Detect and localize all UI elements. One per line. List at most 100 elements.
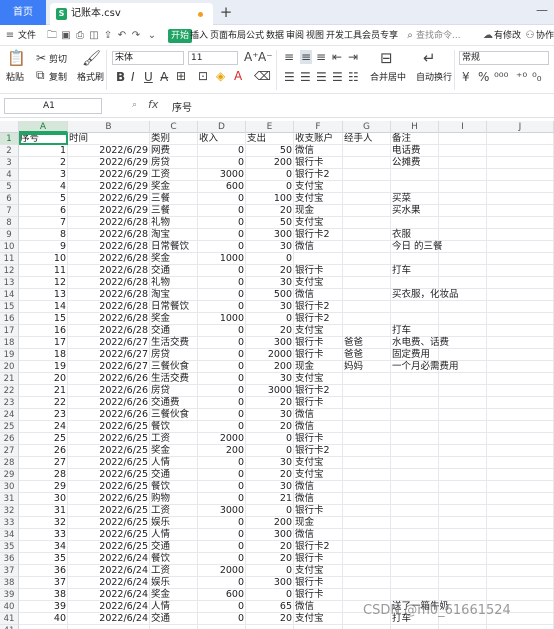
cell[interactable]: 1000 <box>198 313 246 325</box>
cell[interactable] <box>487 409 554 421</box>
menu-page-layout[interactable]: 页面布局 <box>210 26 246 46</box>
cell[interactable]: 银行卡2 <box>294 385 343 397</box>
cell[interactable] <box>487 541 554 553</box>
menu-insert[interactable]: 插入 <box>190 26 208 46</box>
cell[interactable]: 50 <box>246 217 294 229</box>
cell[interactable] <box>343 229 391 241</box>
new-tab-button[interactable]: + <box>218 2 234 22</box>
cell[interactable]: 300 <box>246 577 294 589</box>
cell[interactable]: 29 <box>19 481 68 493</box>
row-header[interactable]: 36 <box>0 553 19 565</box>
copy-icon[interactable]: ⧉ <box>36 68 45 83</box>
cell[interactable]: 2022/6/28 <box>68 253 150 265</box>
cell[interactable] <box>487 517 554 529</box>
cell[interactable] <box>391 385 439 397</box>
cell[interactable]: 生活交费 <box>150 373 198 385</box>
cell[interactable]: 银行卡 <box>294 337 343 349</box>
cell[interactable] <box>487 349 554 361</box>
cell[interactable]: 0 <box>198 409 246 421</box>
cell[interactable] <box>343 373 391 385</box>
cell[interactable]: 11 <box>19 265 68 277</box>
cell[interactable]: 0 <box>198 337 246 349</box>
row-header[interactable]: 18 <box>0 337 19 349</box>
cell[interactable]: 0 <box>198 193 246 205</box>
cell[interactable]: 2022/6/27 <box>68 337 150 349</box>
collaborate-icon[interactable]: ⚇ <box>524 29 536 43</box>
cell[interactable]: 三餐 <box>150 205 198 217</box>
cell[interactable]: 生活交费 <box>150 337 198 349</box>
open-icon[interactable]: 🗀 <box>46 29 58 43</box>
row-header[interactable]: 33 <box>0 517 19 529</box>
cell[interactable]: 房贷 <box>150 385 198 397</box>
cell[interactable]: 3000 <box>246 385 294 397</box>
cell[interactable] <box>439 553 487 565</box>
cell[interactable] <box>439 625 487 629</box>
cell[interactable] <box>487 445 554 457</box>
cell[interactable] <box>487 553 554 565</box>
cell[interactable]: 支付宝 <box>294 277 343 289</box>
cell[interactable]: 工资 <box>150 433 198 445</box>
cell[interactable]: 20 <box>246 421 294 433</box>
cell[interactable]: 备注 <box>391 133 439 145</box>
cell[interactable]: 0 <box>198 265 246 277</box>
cell[interactable] <box>439 385 487 397</box>
cell[interactable]: 6 <box>19 205 68 217</box>
cell[interactable]: 奖金 <box>150 181 198 193</box>
italic-icon[interactable]: I <box>131 70 135 84</box>
cell[interactable]: 2022/6/25 <box>68 469 150 481</box>
cell[interactable]: 支付宝 <box>294 457 343 469</box>
cell[interactable]: 2022/6/28 <box>68 325 150 337</box>
cell[interactable]: 0 <box>198 469 246 481</box>
menu-formula[interactable]: 公式 <box>246 26 264 46</box>
cell[interactable] <box>343 445 391 457</box>
cell[interactable] <box>343 493 391 505</box>
column-header-h[interactable]: H <box>391 121 439 133</box>
cell[interactable] <box>343 565 391 577</box>
cell[interactable]: 交通 <box>150 541 198 553</box>
decrease-decimal-icon[interactable]: ⁰₀ <box>532 70 542 84</box>
chevron-down-icon[interactable]: ⌄ <box>146 29 158 43</box>
cell[interactable] <box>439 349 487 361</box>
cell[interactable]: 0 <box>198 205 246 217</box>
cell[interactable] <box>391 409 439 421</box>
cell[interactable]: 30 <box>246 373 294 385</box>
row-header[interactable]: 39 <box>0 589 19 601</box>
cell[interactable]: 电话费 <box>391 145 439 157</box>
cell[interactable]: 300 <box>246 229 294 241</box>
column-header-g[interactable]: G <box>343 121 391 133</box>
cell[interactable] <box>343 193 391 205</box>
cell[interactable]: 银行卡 <box>294 589 343 601</box>
column-header-b[interactable]: B <box>68 121 150 133</box>
cut-icon[interactable]: ✂ <box>36 51 46 65</box>
cell[interactable]: 0 <box>246 433 294 445</box>
cell[interactable] <box>487 373 554 385</box>
row-header[interactable]: 3 <box>0 157 19 169</box>
cell[interactable]: 微信 <box>294 241 343 253</box>
cell[interactable]: 19 <box>19 361 68 373</box>
cell[interactable] <box>198 625 246 629</box>
cell[interactable] <box>343 289 391 301</box>
cell[interactable]: 2022/6/26 <box>68 385 150 397</box>
cell[interactable]: 32 <box>19 517 68 529</box>
cell[interactable] <box>487 577 554 589</box>
cell[interactable] <box>439 457 487 469</box>
cell[interactable]: 5 <box>19 193 68 205</box>
cell[interactable]: 0 <box>198 241 246 253</box>
cell[interactable] <box>391 625 439 629</box>
cell[interactable] <box>487 469 554 481</box>
cell[interactable]: 序号 <box>19 133 68 145</box>
cell[interactable] <box>487 145 554 157</box>
menu-start[interactable]: 开始 <box>168 29 193 43</box>
cell[interactable] <box>439 145 487 157</box>
menu-developer[interactable]: 开发工具 <box>326 26 362 46</box>
cell[interactable]: 0 <box>198 457 246 469</box>
cell[interactable]: 2022/6/25 <box>68 493 150 505</box>
cell[interactable]: 22 <box>19 397 68 409</box>
row-header[interactable]: 41 <box>0 625 19 629</box>
cell[interactable]: 20 <box>246 469 294 481</box>
cell[interactable] <box>487 505 554 517</box>
cell[interactable] <box>439 301 487 313</box>
cell[interactable]: 26 <box>19 445 68 457</box>
cell[interactable] <box>439 313 487 325</box>
preview-icon[interactable]: ◫ <box>88 29 100 43</box>
